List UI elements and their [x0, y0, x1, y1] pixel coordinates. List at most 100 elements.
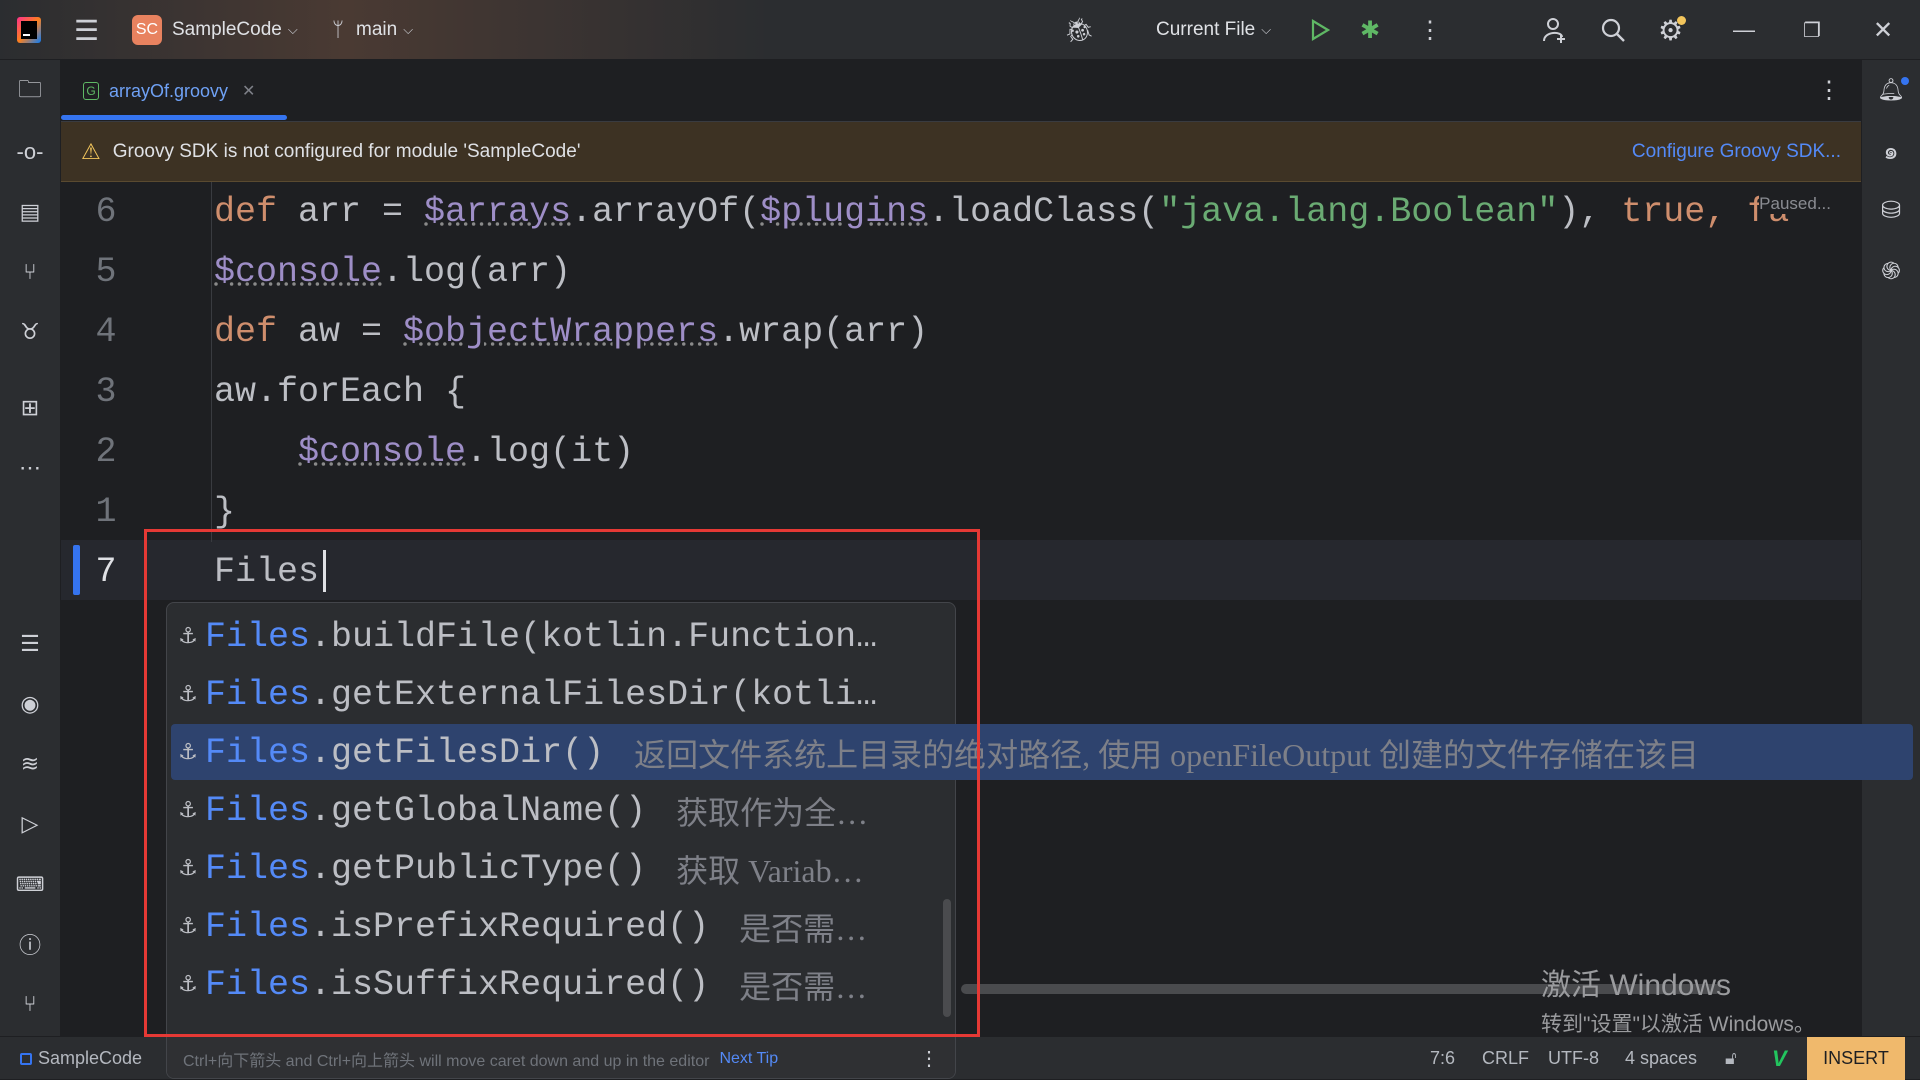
- completion-item[interactable]: ⚓︎ Files .isPrefixRequired() 是否需…: [171, 898, 867, 956]
- tip-options-icon[interactable]: ⋮: [919, 1046, 939, 1071]
- code-token: Files: [214, 552, 320, 592]
- more-tools-button[interactable]: ⋯: [14, 452, 46, 484]
- restore-button[interactable]: ❐: [1803, 0, 1821, 60]
- completion-prefix: Files: [205, 675, 311, 715]
- problems-icon: ⓘ: [18, 933, 41, 958]
- notifications-button[interactable]: 🔔︎: [1875, 74, 1909, 106]
- close-window-button[interactable]: ✕: [1873, 0, 1893, 60]
- branch-name: main: [356, 19, 398, 40]
- editor-tab-bar: G arrayOf.groovy ✕ ⋮: [61, 60, 1861, 122]
- project-tool-button[interactable]: 🗀: [14, 76, 46, 108]
- completion-item[interactable]: ⚓︎ Files .isSuffixRequired() 是否需…: [171, 956, 867, 1014]
- vim-mode-indicator[interactable]: INSERT: [1807, 1037, 1905, 1080]
- code-line[interactable]: 7 Files: [61, 542, 1861, 602]
- tab-options-button[interactable]: ⋮: [1817, 76, 1841, 105]
- layers-icon: ≋: [20, 751, 40, 776]
- code-with-me-button[interactable]: [1542, 0, 1568, 60]
- hamburger-menu-icon: ☰: [74, 14, 100, 46]
- line-number: 1: [95, 492, 117, 532]
- code-token: ),: [1558, 192, 1622, 232]
- static-method-icon: ⚓︎: [178, 625, 198, 650]
- next-tip-link[interactable]: Next Tip: [719, 1050, 778, 1068]
- close-tab-icon[interactable]: ✕: [242, 81, 255, 101]
- code-line[interactable]: 5 $console.log(arr): [61, 242, 1861, 302]
- commit-tool-button[interactable]: -o-: [14, 136, 46, 168]
- debug-attach-button[interactable]: 🐞︎: [1064, 0, 1094, 60]
- banner-message: Groovy SDK is not configured for module …: [112, 140, 581, 162]
- code-token: "java.lang.Boolean": [1159, 192, 1559, 232]
- problems-tool-button[interactable]: ⓘ: [14, 928, 46, 960]
- pull-requests-tool-button[interactable]: ⑂: [14, 256, 46, 288]
- configure-sdk-link[interactable]: Configure Groovy SDK...: [1632, 141, 1841, 163]
- more-horizontal-icon: ⋯: [19, 455, 41, 480]
- search-button[interactable]: [1600, 0, 1626, 60]
- horizontal-scrollbar[interactable]: [961, 984, 1721, 994]
- watch-tool-button[interactable]: ◉: [14, 688, 46, 720]
- code-line[interactable]: 4 def aw = $objectWrappers.wrap(arr): [61, 302, 1861, 362]
- settings-button[interactable]: ⚙: [1658, 0, 1687, 60]
- branch-selector[interactable]: ᛘ main ⌵: [332, 0, 413, 60]
- code-line[interactable]: 2 $console.log(it): [61, 422, 1861, 482]
- code-line[interactable]: 3 aw.forEach {: [61, 362, 1861, 422]
- eye-icon: ◉: [20, 691, 40, 716]
- folder-icon: 🗀: [18, 75, 42, 103]
- gitlab-tool-button[interactable]: ♉︎: [14, 316, 46, 348]
- more-actions-button[interactable]: ⋮: [1418, 0, 1442, 60]
- terminal-tool-button[interactable]: ⌨: [14, 868, 46, 900]
- completion-item[interactable]: ⚓︎ Files .getPublicType() 获取 Variab…: [171, 840, 864, 898]
- grid-icon: ⊞: [20, 395, 40, 420]
- groovy-file-icon: G: [83, 82, 99, 100]
- run-tool-button[interactable]: ▷: [14, 808, 46, 840]
- line-number: 5: [95, 252, 117, 292]
- git-icon: ⑂: [23, 991, 37, 1016]
- code-text: $console.log(arr): [214, 242, 571, 302]
- ai-assistant-button[interactable]: ๑: [1875, 134, 1907, 166]
- file-encoding[interactable]: UTF-8: [1548, 1037, 1599, 1080]
- services-tool-button[interactable]: ☰: [14, 628, 46, 660]
- read-only-toggle[interactable]: 🔓︎: [1725, 1037, 1737, 1080]
- database-button[interactable]: ⛁: [1875, 194, 1907, 226]
- popup-scrollbar[interactable]: [943, 899, 951, 1017]
- search-icon: [1601, 18, 1625, 42]
- layers-tool-button[interactable]: ≋: [14, 748, 46, 780]
- code-line[interactable]: 6 def arr = $arrays.arrayOf($plugins.load…: [61, 182, 1861, 242]
- git-tool-button[interactable]: ⑂: [14, 988, 46, 1020]
- caret-position[interactable]: 7:6: [1430, 1037, 1455, 1080]
- structure-icon: ▤: [19, 199, 41, 224]
- project-selector[interactable]: SC SampleCode ⌵: [132, 0, 298, 60]
- structure-tool-button[interactable]: ▤: [14, 196, 46, 228]
- static-method-icon: ⚓︎: [178, 915, 198, 940]
- plugins-tool-button[interactable]: ⊞: [14, 392, 46, 424]
- run-config-selector[interactable]: Current File ⌵: [1156, 0, 1271, 60]
- app-logo-icon[interactable]: [16, 0, 42, 60]
- line-ending[interactable]: CRLF: [1482, 1037, 1529, 1080]
- debug-button[interactable]: ✱: [1360, 0, 1380, 60]
- completion-item[interactable]: ⚓︎ Files .getExternalFilesDir(kotli…: [171, 666, 907, 724]
- status-project[interactable]: SampleCode: [20, 1037, 142, 1080]
- sdk-warning-banner: ⚠ Groovy SDK is not configured for modul…: [61, 122, 1861, 182]
- completion-prefix: Files: [205, 965, 311, 1005]
- module-icon: [20, 1052, 32, 1065]
- left-tool-strip: 🗀 -o- ▤ ⑂ ♉︎ ⊞ ⋯ ☰ ◉ ≋ ▷ ⌨ ⓘ ⑂: [0, 60, 61, 1036]
- update-dot: [1677, 15, 1687, 25]
- tab-arrayof-groovy[interactable]: G arrayOf.groovy ✕: [83, 60, 255, 122]
- completion-tip-bar: Ctrl+向下箭头 and Ctrl+向上箭头 will move caret …: [167, 1036, 955, 1078]
- copilot-button[interactable]: ֍: [1875, 254, 1907, 286]
- code-line[interactable]: 1}: [61, 482, 1861, 542]
- completion-method: .getGlobalName(): [310, 791, 647, 831]
- indent-setting[interactable]: 4 spaces: [1625, 1037, 1697, 1080]
- completion-popup: Ctrl+向下箭头 and Ctrl+向上箭头 will move caret …: [166, 602, 956, 1079]
- main-menu-button[interactable]: ☰: [74, 0, 99, 60]
- terminal-icon: ⌨: [15, 873, 45, 896]
- static-method-icon: ⚓︎: [178, 799, 198, 824]
- code-text: def aw = $objectWrappers.wrap(arr): [214, 302, 928, 362]
- warning-icon: ⚠: [81, 138, 101, 164]
- vim-plugin-button[interactable]: V: [1772, 1037, 1787, 1080]
- completion-description: 是否需…: [739, 969, 868, 1005]
- completion-item[interactable]: ⚓︎ Files .buildFile(kotlin.Function…: [171, 608, 907, 666]
- run-button[interactable]: [1310, 0, 1330, 60]
- completion-item[interactable]: ⚓︎ Files .getGlobalName() 获取作为全…: [171, 782, 868, 840]
- minimize-button[interactable]: —: [1733, 0, 1755, 60]
- completion-item-selected[interactable]: ⚓︎ Files .getFilesDir() 返回文件系统上目录的绝对路径, 使用 …: [171, 724, 1699, 782]
